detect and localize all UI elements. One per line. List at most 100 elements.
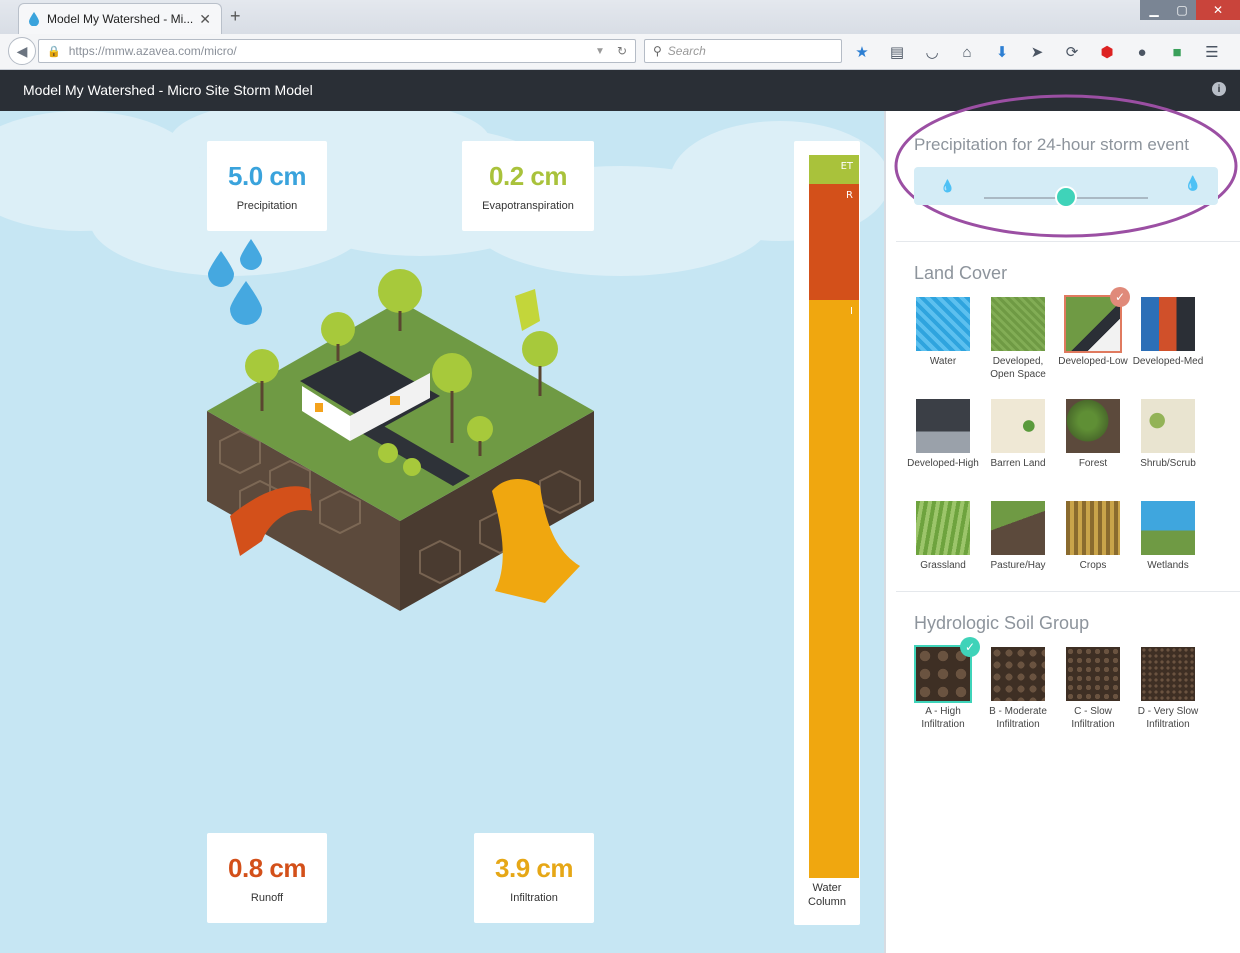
land-cover-thumbnail[interactable] [1066,399,1120,453]
land-cover-label: Crops [1079,560,1107,571]
land-cover-thumbnail[interactable] [916,399,970,453]
land-cover-option[interactable]: Pasture/Hay [981,501,1055,572]
land-cover-option[interactable]: Grassland [906,501,980,572]
soil-thumbnail[interactable]: ✓ [914,637,980,703]
soil-thumbnail[interactable] [1141,647,1195,701]
land-cover-option[interactable]: Barren Land [981,399,1055,470]
close-window-icon[interactable]: ✕ [1196,0,1240,20]
back-arrow-icon[interactable]: ◀ [8,37,36,65]
land-cover-label: Pasture/Hay [990,560,1046,571]
cloud-shapes [0,111,884,276]
reading-list-icon[interactable]: ▤ [887,42,907,62]
land-cover-thumbnail[interactable] [991,297,1045,351]
segment-tag: I [850,306,853,317]
precipitation-value: 5.0 cm [228,160,306,191]
land-cover-label: Forest [1078,458,1108,469]
land-cover-option[interactable]: Developed-Med [1131,297,1205,368]
water-column-segment: ET [809,155,859,184]
menu-icon[interactable]: ☰ [1202,42,1222,62]
land-cover-label: Barren Land [990,458,1046,469]
check-icon: ✓ [960,637,980,657]
soil-group-option[interactable]: D - Very Slow Infiltration [1131,647,1205,731]
segment-tag: ET [840,161,853,172]
url-text: https://mmw.azavea.com/micro/ [68,44,237,58]
water-column-label-line1: Water [812,882,842,894]
scene-illustration [0,111,884,611]
land-cover-option[interactable]: Water [906,297,980,368]
home-icon[interactable]: ⌂ [957,42,977,62]
soil-thumbnail[interactable] [1066,647,1120,701]
precipitation-control-title: Precipitation for 24-hour storm event [914,135,1189,154]
app-title: Model My Watershed - Micro Site Storm Mo… [23,82,313,98]
land-cover-thumbnail[interactable] [991,501,1045,555]
soil-group-option[interactable]: C - Slow Infiltration [1056,647,1130,731]
app-header: Model My Watershed - Micro Site Storm Mo… [0,70,1240,111]
info-icon[interactable]: i [1212,82,1226,96]
browser-tab[interactable]: Model My Watershed - Mi... ✕ [18,3,222,34]
soil-group-title: Hydrologic Soil Group [914,613,1090,633]
dropdown-icon[interactable]: ▼ [595,46,605,57]
reload-icon[interactable]: ↻ [617,44,627,58]
land-cover-thumbnail[interactable] [1141,399,1195,453]
precipitation-label: Precipitation [236,199,298,212]
highlight-oval [894,94,1238,238]
precipitation-slider[interactable]: 💧 💧 [914,167,1218,208]
runoff-card: 0.8 cm Runoff [207,833,327,923]
land-cover-option[interactable]: Developed, Open Space [981,297,1055,381]
search-placeholder: Search [667,44,706,58]
soil-group-option[interactable]: ✓ A - High Infiltration [906,637,980,731]
land-cover-thumbnail[interactable] [1066,501,1120,555]
evapotranspiration-value: 0.2 cm [489,160,567,191]
maximize-icon[interactable]: ▢ [1168,0,1196,20]
chat-icon[interactable]: ● [1132,42,1152,62]
close-tab-icon[interactable]: ✕ [199,11,211,28]
scene-view: 5.0 cm Precipitation 0.2 cm Evapotranspi… [0,111,884,953]
land-cover-option[interactable]: Wetlands [1131,501,1205,572]
soil-group-label: D - Very Slow Infiltration [1137,706,1199,730]
soil-group-option[interactable]: B - Moderate Infiltration [981,647,1055,731]
water-column-label: Water Column [794,881,860,909]
tab-title: Model My Watershed - Mi... [47,12,194,26]
divider [896,591,1240,592]
lock-icon: 🔒 [47,45,61,58]
land-cover-thumbnail[interactable] [916,297,970,351]
pocket-icon[interactable]: ◡ [922,42,942,62]
send-icon[interactable]: ➤ [1027,42,1047,62]
minimize-icon[interactable]: ▁ [1140,0,1168,20]
land-cover-option[interactable]: ✓ Developed-Low [1056,287,1130,368]
infiltration-value: 3.9 cm [495,852,573,883]
bookmark-star-icon[interactable]: ★ [852,42,872,62]
soil-thumbnail[interactable] [991,647,1045,701]
search-input[interactable]: ⚲ Search [644,39,842,63]
sync-icon[interactable]: ⟳ [1062,42,1082,62]
land-cover-thumbnail[interactable]: ✓ [1064,287,1130,353]
slider-handle[interactable] [1055,186,1077,208]
land-cover-title: Land Cover [914,263,1008,283]
browser-title-bar: Model My Watershed - Mi... ✕ + ▁ ▢ ✕ [0,0,1240,34]
land-cover-thumbnail[interactable] [1141,501,1195,555]
infiltration-label: Infiltration [510,891,558,904]
runoff-value: 0.8 cm [228,852,306,883]
land-cover-thumbnail[interactable] [916,501,970,555]
water-column-segment: R [809,184,859,300]
land-cover-option[interactable]: Developed-High [906,399,980,470]
new-tab-icon[interactable]: + [230,6,241,27]
land-cover-option[interactable]: Forest [1056,399,1130,470]
land-cover-thumbnail[interactable] [991,399,1045,453]
land-cover-label: Developed, Open Space [990,356,1046,380]
check-icon: ✓ [1110,287,1130,307]
extension-icon[interactable]: ■ [1167,42,1187,62]
adblock-icon[interactable]: ⬢ [1097,42,1117,62]
download-icon[interactable]: ⬇ [992,42,1012,62]
water-column-bar: ET R I [809,155,859,878]
divider [896,241,1240,242]
land-cover-thumbnail[interactable] [1141,297,1195,351]
runoff-label: Runoff [250,891,284,904]
water-column: ET R I Water Column [794,141,860,925]
land-cover-option[interactable]: Crops [1056,501,1130,572]
water-column-label-line2: Column [808,896,846,908]
land-cover-option[interactable]: Shrub/Scrub [1131,399,1205,470]
browser-nav-bar: ◀ 🔒 https://mmw.azavea.com/micro/ ▼ ↻ ⚲ … [0,34,1240,70]
url-bar[interactable]: 🔒 https://mmw.azavea.com/micro/ ▼ ↻ [38,39,636,63]
search-icon: ⚲ [653,44,662,58]
